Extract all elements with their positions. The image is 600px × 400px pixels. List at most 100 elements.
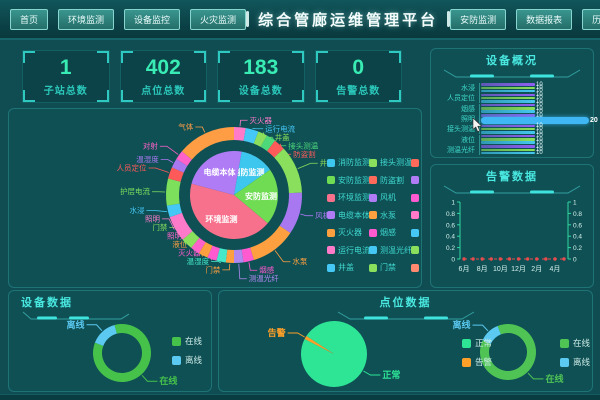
bar-segment[interactable] <box>481 87 535 89</box>
device-data-legend: 在线离线 <box>172 335 202 366</box>
legend-item[interactable]: 运行电流 <box>327 242 367 260</box>
nav-button-nav-right-2[interactable]: 数据报表 <box>516 9 572 30</box>
legend-item[interactable]: 防盗割 <box>369 172 409 190</box>
legend-item[interactable] <box>411 154 423 172</box>
legend-item[interactable]: 离线 <box>172 354 202 366</box>
legend-swatch <box>327 229 335 237</box>
pie-slice-label: 离线 <box>453 319 471 330</box>
bar-segment[interactable] <box>481 94 535 96</box>
legend-item[interactable]: 电缆本体 <box>327 207 367 225</box>
data-point[interactable] <box>517 257 520 260</box>
legend-swatch <box>369 176 377 184</box>
panel-title: 告警数据 <box>486 168 538 184</box>
sunburst-inner-label: 安防监测 <box>245 191 277 201</box>
legend-item[interactable] <box>411 242 423 260</box>
legend-item[interactable]: 烟感 <box>369 224 409 242</box>
bar-segment[interactable] <box>481 138 535 140</box>
stat-card-devices: 183 设备总数 <box>217 50 305 103</box>
stat-label: 设备总数 <box>239 82 283 97</box>
bar-segment[interactable] <box>481 90 535 92</box>
nav-button-nav-left-1[interactable]: 首页 <box>10 9 48 30</box>
legend-item[interactable]: 在线 <box>560 337 590 349</box>
bar-track: 101010 <box>479 135 588 145</box>
legend-item[interactable]: 井盖 <box>327 259 367 277</box>
legend-swatch <box>327 159 335 167</box>
bar-highlighted[interactable] <box>481 117 589 124</box>
bar-segment[interactable] <box>481 97 535 99</box>
bar-segment[interactable] <box>481 100 535 102</box>
nav-button-nav-left-2[interactable]: 环境监测 <box>58 9 114 30</box>
data-point[interactable] <box>508 257 511 260</box>
legend-item[interactable]: 告警 <box>462 356 492 368</box>
data-point[interactable] <box>490 257 493 260</box>
bar-segment[interactable] <box>481 104 535 106</box>
label-leader-line <box>222 264 229 270</box>
pie-slice-离线[interactable] <box>95 325 117 346</box>
data-point[interactable] <box>535 257 538 260</box>
bar-segment[interactable] <box>481 107 535 109</box>
bar-segment[interactable] <box>481 83 535 85</box>
data-point[interactable] <box>471 257 474 260</box>
bar-segment[interactable] <box>481 145 535 147</box>
legend-label: 离线 <box>185 354 202 366</box>
bar-segment[interactable] <box>481 149 535 151</box>
stat-card-alarms: 0 告警总数 <box>315 50 403 103</box>
legend-item[interactable]: 正常 <box>462 337 492 349</box>
nav-button-nav-left-4[interactable]: 火灾监测 <box>190 9 246 30</box>
nav-button-nav-right-3[interactable]: 历史查询 <box>582 9 600 30</box>
nav-button-nav-right-1[interactable]: 安防监测 <box>450 9 506 30</box>
legend-item[interactable] <box>411 259 423 277</box>
bar-segment[interactable] <box>481 128 535 130</box>
legend-item[interactable]: 安防监测 <box>327 172 367 190</box>
legend-item[interactable] <box>411 207 423 225</box>
legend-swatch <box>369 211 377 219</box>
label-leader-line <box>142 375 157 381</box>
bar-segment[interactable] <box>481 110 535 112</box>
legend-item[interactable]: 在线 <box>172 335 202 347</box>
legend-item[interactable]: 门禁 <box>369 259 409 277</box>
data-point[interactable] <box>553 257 556 260</box>
data-point[interactable] <box>526 257 529 260</box>
legend-item[interactable]: 水泵 <box>369 207 409 225</box>
data-point[interactable] <box>544 257 547 260</box>
legend-label: 接头测温 <box>380 157 412 168</box>
legend-item[interactable] <box>411 189 423 207</box>
label-leader-line <box>528 373 544 379</box>
bar-track: 101010 <box>479 83 588 93</box>
pie-slice-label: 在线 <box>159 375 177 386</box>
sunburst-outer-slice[interactable] <box>280 193 302 233</box>
bar-segment[interactable] <box>481 135 535 137</box>
data-point[interactable] <box>480 257 483 260</box>
stat-value: 0 <box>352 57 364 78</box>
title-decoration-icon <box>442 69 582 78</box>
legend-item[interactable]: 风机 <box>369 189 409 207</box>
legend-label: 运行电流 <box>338 245 370 256</box>
legend-swatch <box>369 229 377 237</box>
data-point[interactable] <box>462 257 465 260</box>
legend-item[interactable]: 消防监测 <box>327 154 367 172</box>
legend-label: 安防监测 <box>338 175 370 186</box>
legend-item[interactable]: 离线 <box>560 356 590 368</box>
legend-item[interactable] <box>411 172 423 190</box>
legend-item[interactable]: 测温光纤 <box>369 242 409 260</box>
nav-right-group: 安防监测数据报表历史查询用户管理 <box>450 9 600 30</box>
nav-button-nav-left-3[interactable]: 设备监控 <box>124 9 180 30</box>
legend-item[interactable]: 灭火器 <box>327 224 367 242</box>
legend-label: 正常 <box>475 337 492 349</box>
legend-label: 风机 <box>380 192 396 203</box>
pie-slice-label: 告警 <box>268 327 286 338</box>
panel-title: 设备概况 <box>486 52 538 68</box>
data-point[interactable] <box>499 257 502 260</box>
legend-item[interactable] <box>411 224 423 242</box>
legend-item[interactable]: 接头测温 <box>369 154 409 172</box>
stat-label: 点位总数 <box>141 82 185 97</box>
y-tick-label: 0.8 <box>446 211 455 218</box>
data-point[interactable] <box>562 257 565 260</box>
bar-segment[interactable] <box>481 141 535 143</box>
bar-segment[interactable] <box>481 125 535 127</box>
legend-label: 烟感 <box>380 227 396 238</box>
sunburst-outer-slice[interactable] <box>166 179 181 206</box>
bar-segment[interactable] <box>481 152 535 154</box>
bar-segment[interactable] <box>481 131 535 133</box>
legend-item[interactable]: 环境监测 <box>327 189 367 207</box>
